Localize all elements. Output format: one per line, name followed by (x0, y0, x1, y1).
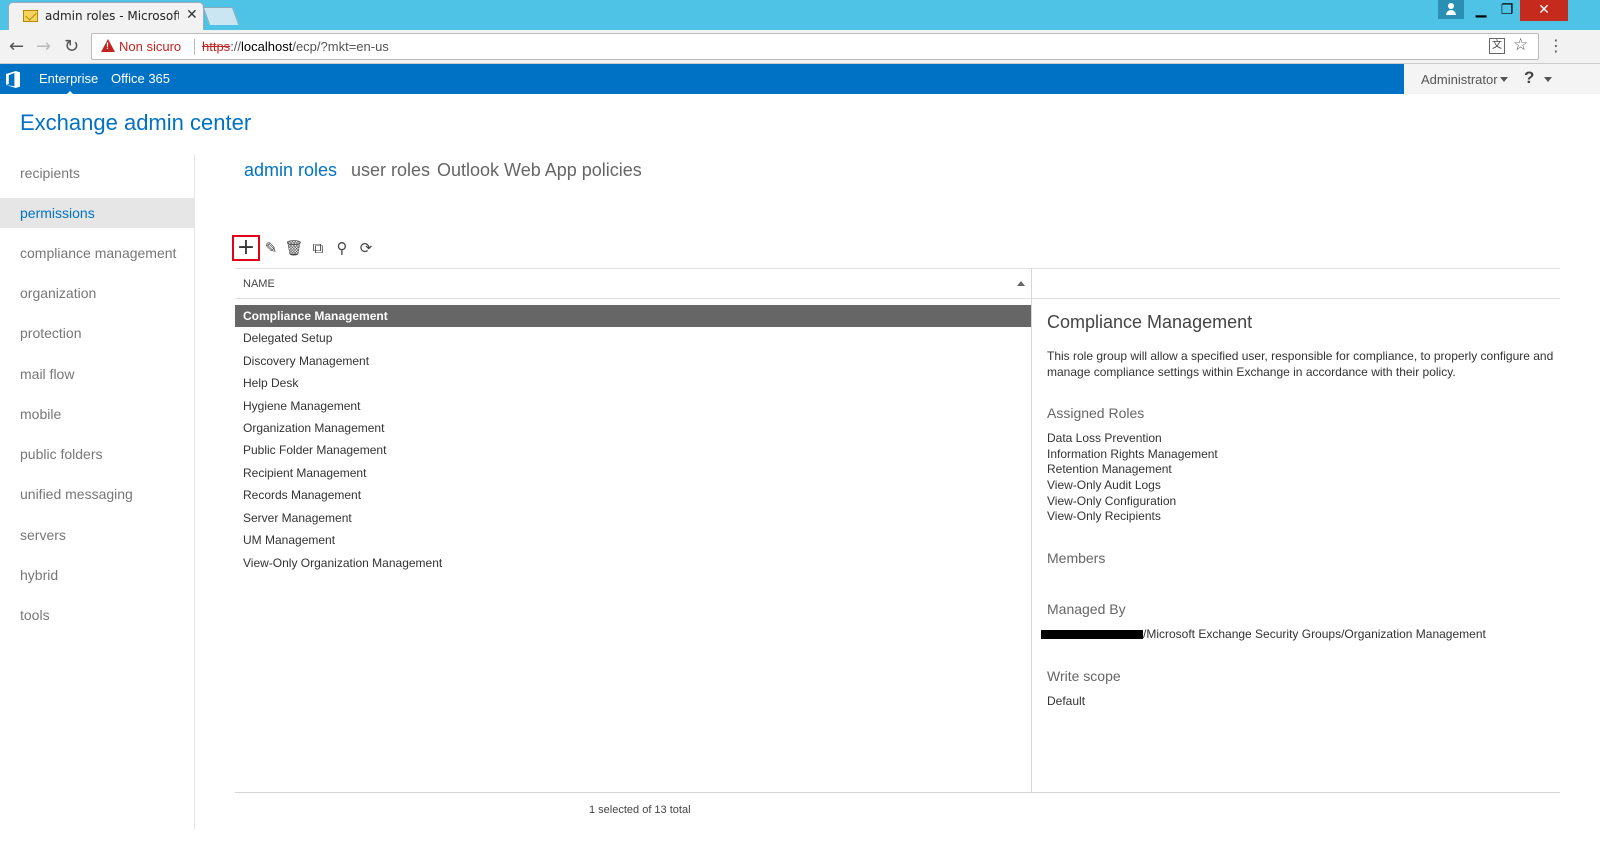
column-header-name[interactable]: NAME (243, 278, 275, 290)
close-window-button[interactable]: ✕ (1520, 0, 1568, 21)
assigned-role: Retention Management (1047, 462, 1172, 476)
members-heading: Members (1047, 550, 1106, 566)
table-row[interactable]: Public Folder Management (235, 439, 1031, 461)
details-description: This role group will allow a specified u… (1047, 349, 1554, 379)
assigned-role: Data Loss Prevention (1047, 431, 1162, 445)
assigned-role: View-Only Recipients (1047, 509, 1161, 523)
refresh-icon[interactable]: ⟳ (354, 235, 378, 261)
chevron-down-icon[interactable] (1544, 77, 1552, 82)
table-row[interactable]: Help Desk (235, 372, 1031, 394)
profile-button[interactable] (1438, 0, 1464, 19)
url-host: localhost (241, 39, 293, 54)
nav-item-hybrid[interactable]: hybrid (0, 560, 195, 590)
table-row[interactable]: Discovery Management (235, 350, 1031, 372)
office365-link[interactable]: Office 365 (111, 71, 170, 86)
redacted-block (1041, 630, 1143, 639)
url-path: /ecp/?mkt=en-us (292, 39, 389, 54)
nav-item-mail-flow[interactable]: mail flow (0, 359, 195, 389)
table-row[interactable]: View-Only Organization Management (235, 552, 1031, 574)
reload-icon[interactable]: ↻ (64, 36, 79, 57)
translate-icon[interactable]: 文 (1489, 38, 1505, 54)
pane-splitter[interactable] (1031, 268, 1032, 792)
omnibox-separator (194, 39, 195, 55)
warning-icon[interactable] (101, 39, 115, 52)
url-input[interactable]: Non sicuro https://localhost/ecp/?mkt=en… (91, 33, 1539, 60)
nav-item-recipients[interactable]: recipients (0, 158, 195, 188)
nav-item-compliance-management[interactable]: compliance management (0, 238, 195, 268)
write-scope-value: Default (1047, 694, 1086, 708)
browser-menu-icon[interactable]: ⋮ (1548, 36, 1564, 55)
nav-item-protection[interactable]: protection (0, 318, 195, 348)
mail-favicon-icon (23, 10, 38, 22)
nav-item-servers[interactable]: servers (0, 520, 195, 550)
edit-icon[interactable]: ✎ (259, 235, 283, 261)
table-row[interactable]: Hygiene Management (235, 395, 1031, 417)
enterprise-link[interactable]: Enterprise (39, 71, 98, 96)
nav-item-unified-messaging[interactable]: unified messaging (0, 479, 195, 509)
nav-item-tools[interactable]: tools (0, 600, 195, 630)
url-text[interactable]: https://localhost/ecp/?mkt=en-us (202, 39, 389, 54)
nav-item-public-folders[interactable]: public folders (0, 439, 195, 469)
tab-close-icon[interactable]: ✕ (186, 7, 198, 23)
new-tab-button[interactable] (202, 7, 240, 25)
role-groups-grid: NAME Compliance Management Delegated Set… (235, 268, 1031, 792)
write-scope-heading: Write scope (1047, 668, 1121, 684)
chevron-down-icon[interactable] (1500, 77, 1508, 82)
address-bar-row: ← → ↻ Non sicuro https://localhost/ecp/?… (0, 30, 1600, 64)
selection-status: 1 selected of 13 total (589, 804, 691, 816)
person-icon (1446, 3, 1456, 15)
search-icon[interactable]: ⚲ (330, 235, 354, 261)
table-row[interactable]: Compliance Management (235, 305, 1031, 327)
divider (1032, 298, 1560, 299)
managed-by-heading: Managed By (1047, 601, 1126, 617)
page-title: Exchange admin center (20, 110, 252, 135)
bookmark-star-icon[interactable]: ☆ (1513, 35, 1528, 55)
table-row[interactable]: Records Management (235, 484, 1031, 506)
divider (235, 792, 1560, 793)
sort-ascending-icon[interactable] (1017, 281, 1025, 286)
administrator-menu[interactable]: Administrator (1421, 72, 1498, 87)
help-icon[interactable]: ? (1524, 68, 1534, 88)
assigned-role: View-Only Configuration (1047, 494, 1177, 508)
grid-header[interactable]: NAME (235, 269, 1031, 299)
tab-title: admin roles - Microsoft Exchange (45, 9, 179, 23)
assigned-role: Information Rights Management (1047, 447, 1218, 461)
office-logo-icon[interactable] (6, 71, 20, 88)
user-menu-area: Administrator ? (1404, 64, 1600, 94)
browser-tab-bar: admin roles - Microsoft Exchange ✕ ▁ ❐ ✕ (0, 0, 1600, 30)
table-row[interactable]: UM Management (235, 529, 1031, 551)
browser-tab[interactable]: admin roles - Microsoft Exchange ✕ (8, 2, 204, 30)
divider (1032, 268, 1560, 269)
table-row[interactable]: Server Management (235, 507, 1031, 529)
copy-icon[interactable]: ⧉ (306, 235, 330, 261)
table-row[interactable]: Delegated Setup (235, 327, 1031, 349)
nav-item-organization[interactable]: organization (0, 278, 195, 308)
tab-user-roles[interactable]: user roles (351, 160, 430, 181)
assigned-role: View-Only Audit Logs (1047, 478, 1161, 492)
tab-owa-policies[interactable]: Outlook Web App policies (437, 160, 642, 181)
table-row[interactable]: Organization Management (235, 417, 1031, 439)
details-title: Compliance Management (1047, 312, 1253, 332)
url-separator: :// (230, 39, 242, 54)
restore-button[interactable]: ❐ (1494, 0, 1520, 21)
assigned-roles-heading: Assigned Roles (1047, 405, 1145, 421)
back-arrow-icon[interactable]: ← (9, 36, 24, 57)
security-label[interactable]: Non sicuro (119, 39, 181, 54)
url-scheme: https (202, 39, 231, 54)
delete-icon[interactable]: 🗑 (282, 235, 306, 261)
add-icon[interactable]: + (232, 235, 260, 261)
tab-admin-roles[interactable]: admin roles (244, 160, 337, 181)
left-navigation: recipients permissions compliance manage… (0, 154, 195, 830)
table-row[interactable]: Recipient Management (235, 462, 1031, 484)
suite-header: Enterprise Office 365 Administrator ? (0, 64, 1600, 96)
nav-item-permissions[interactable]: permissions (0, 198, 195, 228)
forward-arrow-icon[interactable]: → (36, 36, 51, 57)
minimize-button[interactable]: ▁ (1468, 0, 1494, 21)
nav-item-mobile[interactable]: mobile (0, 399, 195, 429)
managed-by-value: /Microsoft Exchange Security Groups/Orga… (1143, 627, 1486, 641)
